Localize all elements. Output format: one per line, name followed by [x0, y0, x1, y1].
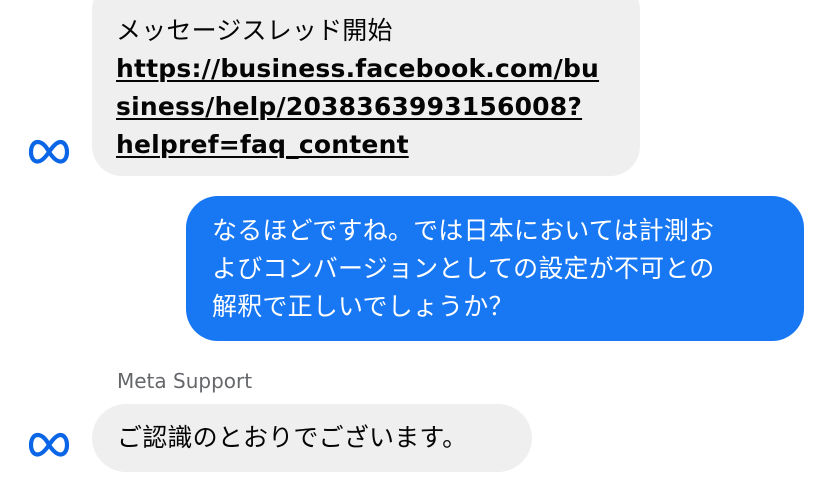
message-link-line[interactable]: https://business.facebook.com/bu [116, 50, 616, 88]
message-text: メッセージスレッド開始 [116, 16, 393, 45]
message-text: ご認識のとおりでございます。 [117, 423, 468, 452]
chat-thread: メッセージスレッド開始 https://business.facebook.co… [0, 0, 828, 478]
incoming-message-bubble[interactable]: メッセージスレッド開始 https://business.facebook.co… [92, 0, 640, 176]
meta-logo-icon[interactable] [28, 431, 70, 459]
message-text: 解釈で正しいでしょうか？ [212, 292, 514, 321]
incoming-message-bubble[interactable]: ご認識のとおりでございます。 [92, 404, 532, 472]
sender-name: Meta Support [117, 369, 253, 393]
message-text: よびコンバージョンとしての設定が不可との [212, 254, 715, 283]
outgoing-message-bubble[interactable]: なるほどですね。では日本においては計測お よびコンバージョンとしての設定が不可と… [186, 196, 804, 341]
message-link-line[interactable]: siness/help/2038363993156008? [116, 88, 616, 126]
message-text: なるほどですね。では日本においては計測お [212, 216, 715, 245]
meta-logo-icon[interactable] [28, 138, 70, 166]
message-link-line[interactable]: helpref=faq_content [116, 126, 616, 164]
